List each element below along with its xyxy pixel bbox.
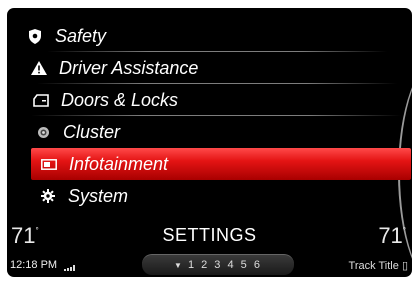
menu-item-label: Safety (55, 25, 107, 46)
gauge-icon (33, 126, 53, 139)
display-icon (39, 158, 59, 170)
menu-item-label: Infotainment (69, 153, 169, 174)
track-title: Track Title ▯ (349, 259, 408, 272)
page-title: SETTINGS (162, 225, 257, 245)
menu-item-label: Doors & Locks (61, 89, 179, 110)
media-icon: ▯ (401, 260, 408, 272)
door-icon (31, 93, 51, 107)
temperature-right-value: 71 (378, 223, 403, 248)
menu-item-doors-locks[interactable]: Doors & Locks (7, 84, 412, 116)
clock-time: 12:18 PM (10, 259, 58, 271)
menu-item-driver-assistance[interactable]: Driver Assistance (7, 52, 412, 84)
page-numbers: 1 2 3 4 5 6 (187, 259, 262, 271)
clock: 12:18 PM (10, 259, 76, 271)
settings-menu: Safety Driver Assistance Doors & Locks C… (7, 20, 412, 212)
page-indicator[interactable]: ▼ 1 2 3 4 5 6 (142, 254, 294, 275)
menu-item-system[interactable]: System (7, 180, 412, 212)
menu-item-cluster[interactable]: Cluster (7, 116, 412, 148)
menu-item-label: System (68, 185, 129, 206)
shield-icon (25, 28, 45, 44)
status-bar: 71° SETTINGS 71° 12:18 PM ▼ 1 2 3 4 5 6 … (7, 217, 412, 277)
menu-item-safety[interactable]: Safety (7, 20, 412, 52)
warning-icon (29, 61, 49, 75)
down-arrow-icon: ▼ (174, 260, 184, 270)
track-title-text: Track Title (348, 260, 399, 272)
signal-strength-icon (64, 259, 76, 271)
radio-display: Safety Driver Assistance Doors & Locks C… (7, 8, 412, 277)
gear-icon (38, 189, 58, 203)
menu-item-infotainment[interactable]: Infotainment (31, 148, 411, 180)
temperature-right[interactable]: 71° (378, 223, 406, 249)
temperature-unit: ° (402, 226, 406, 235)
menu-item-label: Cluster (63, 121, 121, 142)
menu-item-label: Driver Assistance (59, 57, 199, 78)
